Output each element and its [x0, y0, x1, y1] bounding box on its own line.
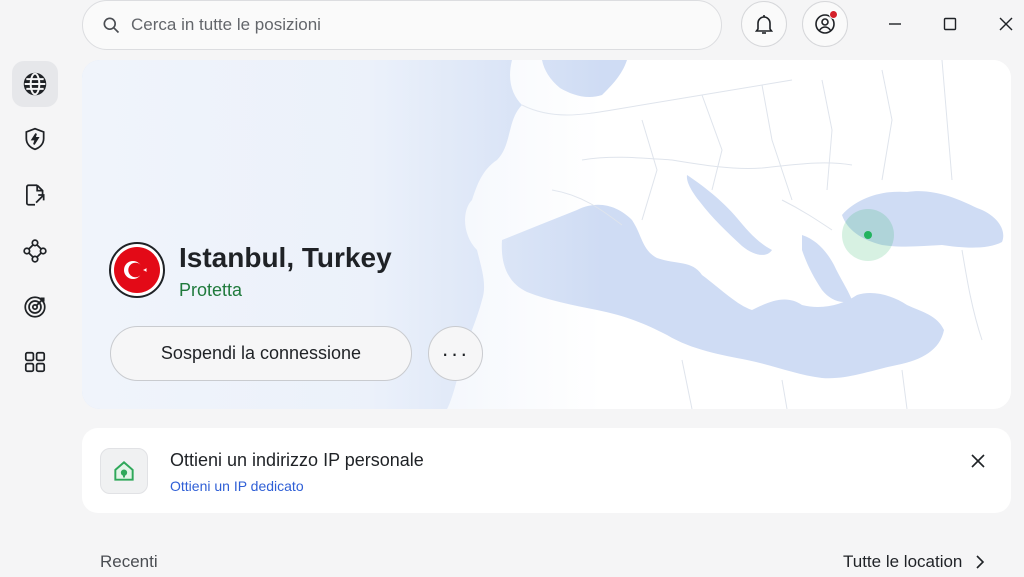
- search-bar[interactable]: [82, 0, 722, 50]
- connected-location: Istanbul, Turkey: [179, 242, 392, 273]
- pause-connection-button[interactable]: Sospendi la connessione: [110, 326, 412, 381]
- mesh-network-icon: [23, 239, 47, 263]
- maximize-button[interactable]: [938, 12, 962, 36]
- profile-button[interactable]: [802, 1, 848, 47]
- chevron-right-icon: [976, 555, 985, 569]
- close-icon: [999, 17, 1013, 31]
- connection-map-card: Istanbul, Turkey Protetta Sospendi la co…: [82, 60, 1011, 409]
- minimize-icon: [889, 23, 901, 25]
- location-marker: [864, 231, 872, 239]
- more-options-button[interactable]: ···: [428, 326, 483, 381]
- close-window-button[interactable]: [994, 12, 1018, 36]
- globe-icon: [23, 72, 47, 96]
- search-icon: [103, 17, 120, 34]
- sidebar-item-threat-protection[interactable]: [12, 116, 58, 162]
- promo-title: Ottieni un indirizzo IP personale: [170, 450, 424, 470]
- home-location-icon: [100, 448, 148, 494]
- dedicated-ip-link[interactable]: Ottieni un IP dedicato: [170, 478, 304, 494]
- turkey-flag-icon: [109, 242, 165, 298]
- all-locations-link[interactable]: Tutte le location: [843, 552, 988, 572]
- minimize-button[interactable]: [883, 12, 907, 36]
- all-locations-label: Tutte le location: [843, 552, 963, 571]
- notifications-button[interactable]: [741, 1, 787, 47]
- search-input[interactable]: [131, 15, 691, 35]
- shield-bolt-icon: [25, 127, 45, 151]
- close-icon: [971, 454, 985, 468]
- sidebar-item-file-share[interactable]: [12, 172, 58, 218]
- recent-section-label: Recenti: [100, 552, 158, 571]
- bell-icon: [754, 15, 774, 34]
- sidebar-item-vpn[interactable]: [12, 61, 58, 107]
- dismiss-banner-button[interactable]: [967, 450, 989, 472]
- sidebar-item-apps[interactable]: [12, 339, 58, 385]
- dedicated-ip-banner: Ottieni un indirizzo IP personale Ottien…: [82, 428, 1011, 513]
- sidebar-item-meshnet[interactable]: [12, 228, 58, 274]
- apps-grid-icon: [24, 351, 46, 373]
- sidebar: [0, 0, 70, 577]
- notification-dot: [829, 10, 838, 19]
- sidebar-item-dark-web-monitor[interactable]: [12, 284, 58, 330]
- connection-status: Protetta: [179, 280, 243, 300]
- maximize-icon: [943, 17, 957, 31]
- target-icon: [24, 296, 46, 318]
- file-share-icon: [26, 184, 45, 206]
